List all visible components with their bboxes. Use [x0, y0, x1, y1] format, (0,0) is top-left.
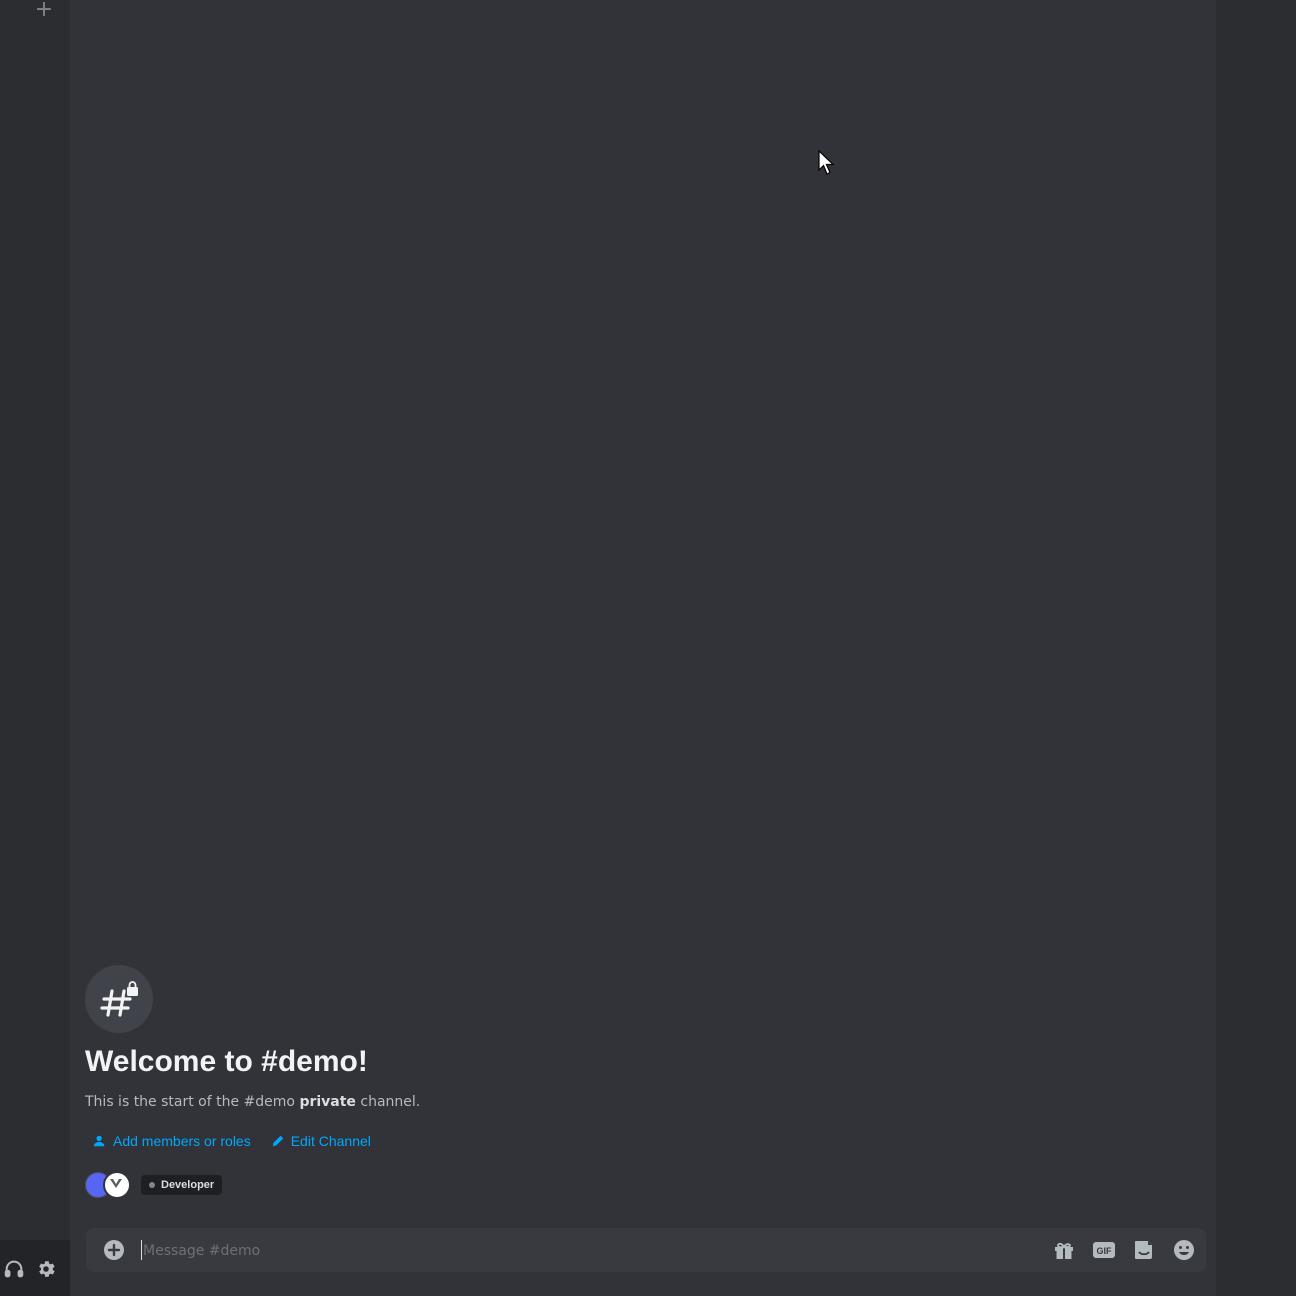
- sticker-icon[interactable]: [1132, 1238, 1156, 1262]
- pencil-icon: [272, 1135, 283, 1147]
- message-composer: GIF: [86, 1228, 1206, 1272]
- gift-icon[interactable]: [1052, 1238, 1076, 1262]
- composer-icons: GIF: [1052, 1238, 1196, 1262]
- hash-lock-icon: [85, 965, 153, 1033]
- server-rail: +: [0, 0, 70, 1296]
- role-name: Developer: [161, 1179, 215, 1191]
- channel-members-row: Developer: [85, 1171, 785, 1199]
- message-input[interactable]: [141, 1236, 1045, 1266]
- member-avatars[interactable]: [85, 1171, 131, 1199]
- add-user-icon: [93, 1135, 105, 1147]
- channel-welcome: Welcome to #demo! This is the start of t…: [85, 965, 785, 1199]
- gear-icon[interactable]: [35, 1258, 57, 1280]
- role-pill[interactable]: Developer: [141, 1175, 223, 1195]
- welcome-actions: Add members or roles Edit Channel: [85, 1133, 785, 1149]
- edit-channel-button[interactable]: Edit Channel: [271, 1133, 371, 1149]
- mouse-cursor-icon: [818, 149, 836, 176]
- add-members-label: Add members or roles: [113, 1133, 251, 1149]
- user-controls: [0, 1240, 70, 1296]
- add-members-button[interactable]: Add members or roles: [93, 1133, 251, 1149]
- welcome-desc-bold: private: [299, 1094, 356, 1110]
- attach-plus-icon[interactable]: [103, 1239, 125, 1261]
- welcome-title: Welcome to #demo!: [85, 1045, 368, 1078]
- avatar: [103, 1171, 131, 1199]
- welcome-description: This is the start of the #demo private c…: [85, 1093, 785, 1111]
- headphones-icon[interactable]: [3, 1258, 25, 1280]
- gif-icon[interactable]: GIF: [1092, 1238, 1116, 1262]
- welcome-desc-prefix: This is the start of the #demo: [85, 1094, 300, 1110]
- role-color-dot: [149, 1182, 155, 1188]
- emoji-icon[interactable]: [1172, 1238, 1196, 1262]
- member-list-panel: [1216, 0, 1296, 1296]
- text-caret: [141, 1240, 142, 1260]
- discord-window: + Welcome to #demo! This is the start of…: [0, 0, 1296, 1296]
- add-server-icon[interactable]: +: [34, 0, 54, 22]
- svg-text:GIF: GIF: [1097, 1246, 1113, 1256]
- welcome-desc-suffix: channel.: [355, 1094, 421, 1110]
- edit-channel-label: Edit Channel: [290, 1133, 371, 1149]
